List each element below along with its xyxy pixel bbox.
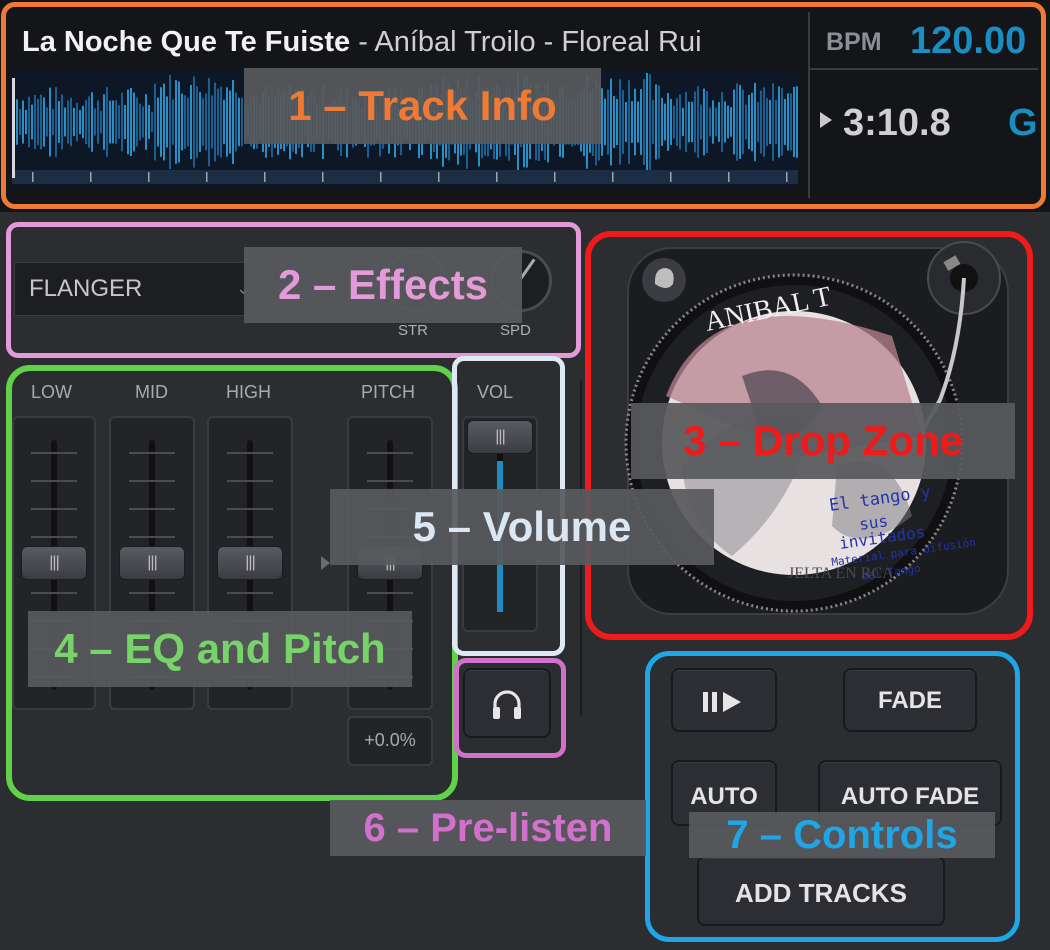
annotation-label-eq: 4 – EQ and Pitch [28, 611, 412, 687]
annotation-label-volume: 5 – Volume [330, 489, 714, 565]
annotation-frame-controls [645, 651, 1020, 942]
annotation-label-drop-zone: 3 – Drop Zone [631, 403, 1015, 479]
annotation-label-prelisten: 6 – Pre-listen [330, 800, 646, 856]
annotation-label-controls: 7 – Controls [689, 812, 995, 858]
annotation-label-effects: 2 – Effects [244, 247, 522, 323]
annotation-frame-eq [6, 365, 458, 801]
annotation-label-track-info: 1 – Track Info [244, 68, 601, 144]
annotation-frame-prelisten [454, 658, 566, 758]
